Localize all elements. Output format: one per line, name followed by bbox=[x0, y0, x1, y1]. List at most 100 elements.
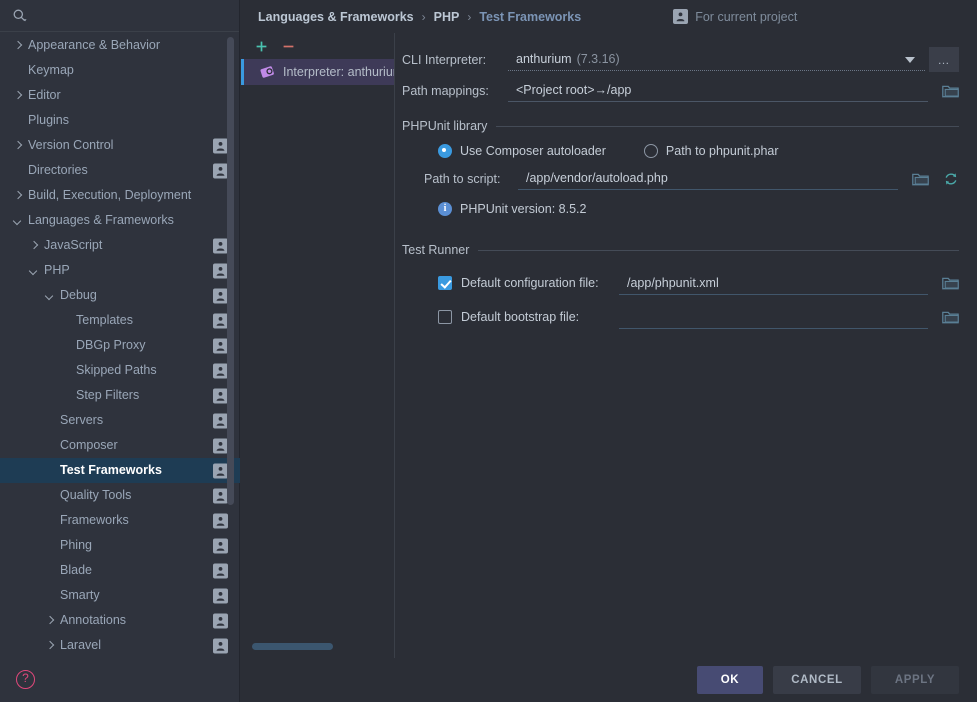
add-interpreter-button[interactable] bbox=[255, 40, 268, 53]
cli-interpreter-combobox[interactable]: anthurium (7.3.16) bbox=[508, 48, 925, 71]
sidebar-item-skipped-paths[interactable]: Skipped Paths bbox=[0, 358, 240, 383]
sidebar-item-frameworks[interactable]: Frameworks bbox=[0, 508, 240, 533]
cli-interpreter-label: CLI Interpreter: bbox=[402, 52, 487, 67]
chevron-right-icon[interactable] bbox=[12, 40, 24, 52]
path-to-script-field[interactable]: /app/vendor/autoload.php bbox=[518, 167, 898, 190]
for-current-project-label: For current project bbox=[695, 9, 798, 24]
radio-indicator-icon[interactable] bbox=[438, 144, 452, 158]
sidebar-item-label: Quality Tools bbox=[60, 488, 132, 502]
sidebar-item-quality-tools[interactable]: Quality Tools bbox=[0, 483, 240, 508]
sidebar-item-editor[interactable]: Editor bbox=[0, 83, 240, 108]
folder-icon[interactable] bbox=[912, 172, 929, 186]
chevron-right-icon[interactable] bbox=[44, 615, 56, 627]
chevron-down-icon[interactable] bbox=[44, 290, 56, 302]
sidebar-item-annotations[interactable]: Annotations bbox=[0, 608, 240, 633]
sidebar-item-templates[interactable]: Templates bbox=[0, 308, 240, 333]
search-icon[interactable] bbox=[12, 8, 28, 24]
breadcrumb-item-test-frameworks[interactable]: Test Frameworks bbox=[479, 10, 581, 24]
list-item[interactable]: Interpreter: anthurium bbox=[241, 59, 394, 85]
cli-interpreter-version: (7.3.16) bbox=[576, 52, 620, 66]
settings-sidebar: Appearance & Behavior Keymap Editor Plugins… bbox=[0, 0, 240, 702]
sidebar-item-label: Plugins bbox=[28, 113, 69, 127]
sidebar-item-label: Blade bbox=[60, 563, 92, 577]
help-button[interactable]: ? bbox=[16, 670, 35, 689]
radio-path-to-phar[interactable]: Path to phpunit.phar bbox=[643, 144, 779, 158]
settings-tree[interactable]: Appearance & Behavior Keymap Editor Plugins… bbox=[0, 33, 240, 658]
project-scope-icon bbox=[213, 263, 228, 278]
default-configuration-file-field[interactable]: /app/phpunit.xml bbox=[619, 272, 928, 295]
sidebar-item-debug[interactable]: Debug bbox=[0, 283, 240, 308]
sidebar-item-label: Keymap bbox=[28, 63, 74, 77]
chevron-down-icon[interactable] bbox=[905, 57, 915, 63]
project-scope-icon bbox=[213, 563, 228, 578]
phpunit-library-title: PHPUnit library bbox=[402, 119, 488, 133]
sidebar-item-directories[interactable]: Directories bbox=[0, 158, 240, 183]
sidebar-item-label: Appearance & Behavior bbox=[28, 38, 161, 52]
sidebar-item-test-frameworks[interactable]: Test Frameworks bbox=[0, 458, 240, 483]
breadcrumb-item-php[interactable]: PHP bbox=[434, 10, 460, 24]
sidebar-item-phing[interactable]: Phing bbox=[0, 533, 240, 558]
project-scope-icon bbox=[213, 313, 228, 328]
sidebar-search-row[interactable] bbox=[0, 0, 239, 32]
sidebar-item-servers[interactable]: Servers bbox=[0, 408, 240, 433]
sidebar-item-appearance-behavior[interactable]: Appearance & Behavior bbox=[0, 33, 240, 58]
sidebar-item-build-execution-deployment[interactable]: Build, Execution, Deployment bbox=[0, 183, 240, 208]
chevron-right-icon[interactable] bbox=[12, 140, 24, 152]
radio-use-composer-autoloader[interactable]: Use Composer autoloader bbox=[438, 144, 606, 158]
chevron-right-icon[interactable] bbox=[12, 190, 24, 202]
path-mappings-field[interactable]: <Project root>→/app bbox=[508, 79, 928, 102]
default-configuration-file-checkbox[interactable] bbox=[438, 276, 452, 290]
sidebar-scrollbar[interactable] bbox=[227, 37, 234, 505]
project-scope-icon bbox=[213, 463, 228, 478]
cli-interpreter-browse-button[interactable]: … bbox=[929, 47, 959, 72]
interpreter-list-toolbar bbox=[241, 33, 394, 59]
breadcrumb-item-languages[interactable]: Languages & Frameworks bbox=[258, 10, 414, 24]
sidebar-item-label: Frameworks bbox=[60, 513, 129, 527]
project-scope-icon bbox=[213, 163, 228, 178]
cancel-button[interactable]: CANCEL bbox=[773, 666, 861, 694]
ok-button[interactable]: OK bbox=[697, 666, 763, 694]
cli-interpreter-row: CLI Interpreter: anthurium (7.3.16) … bbox=[402, 45, 959, 74]
apply-button[interactable]: APPLY bbox=[871, 666, 959, 694]
sidebar-item-version-control[interactable]: Version Control bbox=[0, 133, 240, 158]
sidebar-item-label: JavaScript bbox=[44, 238, 103, 252]
sidebar-item-laravel[interactable]: Laravel bbox=[0, 633, 240, 658]
breadcrumb: Languages & Frameworks › PHP › Test Fram… bbox=[241, 0, 977, 33]
remove-interpreter-button[interactable] bbox=[282, 40, 295, 53]
folder-icon[interactable] bbox=[942, 310, 959, 324]
sidebar-item-label: Phing bbox=[60, 538, 92, 552]
sidebar-item-smarty[interactable]: Smarty bbox=[0, 583, 240, 608]
chevron-right-icon[interactable] bbox=[12, 90, 24, 102]
sidebar-item-blade[interactable]: Blade bbox=[0, 558, 240, 583]
sidebar-item-php[interactable]: PHP bbox=[0, 258, 240, 283]
refresh-icon[interactable] bbox=[943, 171, 959, 187]
folder-icon[interactable] bbox=[942, 276, 959, 290]
default-bootstrap-file-field[interactable] bbox=[619, 306, 928, 329]
list-item-label: Interpreter: anthurium bbox=[283, 65, 394, 79]
sidebar-item-plugins[interactable]: Plugins bbox=[0, 108, 240, 133]
settings-main-pane: CLI Interpreter: anthurium (7.3.16) … Pa… bbox=[396, 33, 977, 658]
sidebar-item-label: Servers bbox=[60, 413, 104, 427]
sidebar-item-step-filters[interactable]: Step Filters bbox=[0, 383, 240, 408]
default-bootstrap-file-label: Default bootstrap file: bbox=[461, 310, 580, 324]
sidebar-item-dbgp-proxy[interactable]: DBGp Proxy bbox=[0, 333, 240, 358]
chevron-right-icon[interactable] bbox=[28, 240, 40, 252]
default-bootstrap-file-checkbox[interactable] bbox=[438, 310, 452, 324]
chevron-down-icon[interactable] bbox=[12, 215, 24, 227]
phpunit-version-row: i PHPUnit version: 8.5.2 bbox=[402, 197, 959, 221]
chevron-down-icon[interactable] bbox=[28, 265, 40, 277]
folder-icon[interactable] bbox=[942, 84, 959, 98]
sidebar-item-javascript[interactable]: JavaScript bbox=[0, 233, 240, 258]
sidebar-item-composer[interactable]: Composer bbox=[0, 433, 240, 458]
sidebar-item-keymap[interactable]: Keymap bbox=[0, 58, 240, 83]
interpreter-list-hscrollbar-thumb[interactable] bbox=[252, 643, 333, 650]
chevron-right-icon[interactable] bbox=[44, 640, 56, 652]
sidebar-item-languages-frameworks[interactable]: Languages & Frameworks bbox=[0, 208, 240, 233]
php-interpreter-icon bbox=[260, 65, 275, 79]
interpreter-list-hscrollbar[interactable] bbox=[252, 643, 385, 650]
radio-indicator-icon[interactable] bbox=[643, 144, 658, 158]
